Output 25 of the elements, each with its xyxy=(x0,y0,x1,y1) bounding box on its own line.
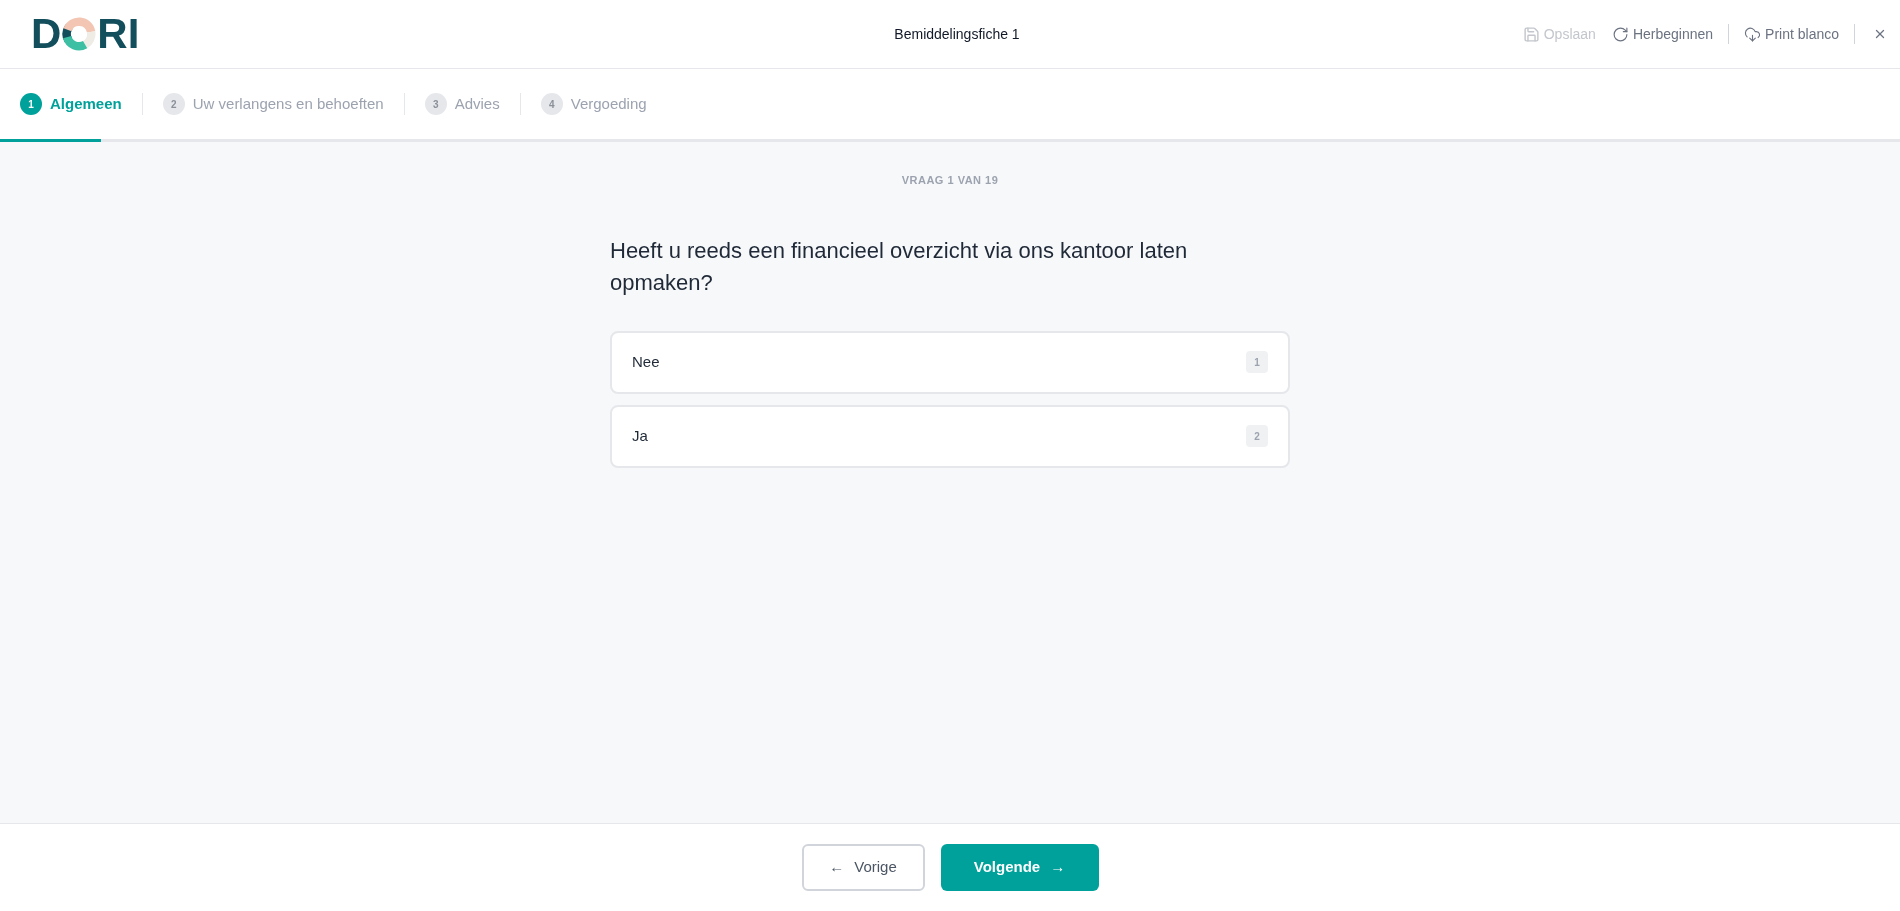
answer-option[interactable]: Ja 2 xyxy=(610,404,1290,468)
save-icon xyxy=(1522,25,1540,43)
question-counter: VRAAG 1 VAN 19 xyxy=(901,173,999,188)
answer-option[interactable]: Nee 1 xyxy=(610,330,1290,394)
step-number: 1 xyxy=(20,93,42,115)
logo-link[interactable]: D RI xyxy=(31,13,140,55)
shortcut-key: 1 xyxy=(1246,351,1268,373)
previous-button[interactable]: ← Vorige xyxy=(801,844,925,891)
step-tab[interactable]: 3 Advies xyxy=(424,92,500,116)
swirl-logo-icon xyxy=(62,17,97,51)
step-number: 3 xyxy=(424,93,447,115)
step-tab[interactable]: 4 Vergoeding xyxy=(540,92,647,116)
step-number: 4 xyxy=(540,93,563,115)
step-number: 2 xyxy=(162,93,185,115)
close-icon xyxy=(1873,27,1887,41)
refresh-icon xyxy=(1611,25,1629,43)
window-title: Bemiddelingsfiche 1 xyxy=(893,24,1020,44)
next-button[interactable]: Volgende → xyxy=(940,844,1099,891)
step-tab[interactable]: 1 Algemeen xyxy=(20,92,122,116)
question-text: Heeft u reeds een financieel overzicht via ons kantoor laten opmaken? xyxy=(610,236,1189,297)
step-tab[interactable]: 2 Uw verlangens en behoeften xyxy=(162,92,384,116)
restart-button[interactable]: Herbeginnen xyxy=(1611,23,1714,45)
print-button[interactable]: Print blanco xyxy=(1744,23,1839,45)
cloud-download-icon xyxy=(1744,25,1762,43)
shortcut-key: 2 xyxy=(1246,425,1268,447)
